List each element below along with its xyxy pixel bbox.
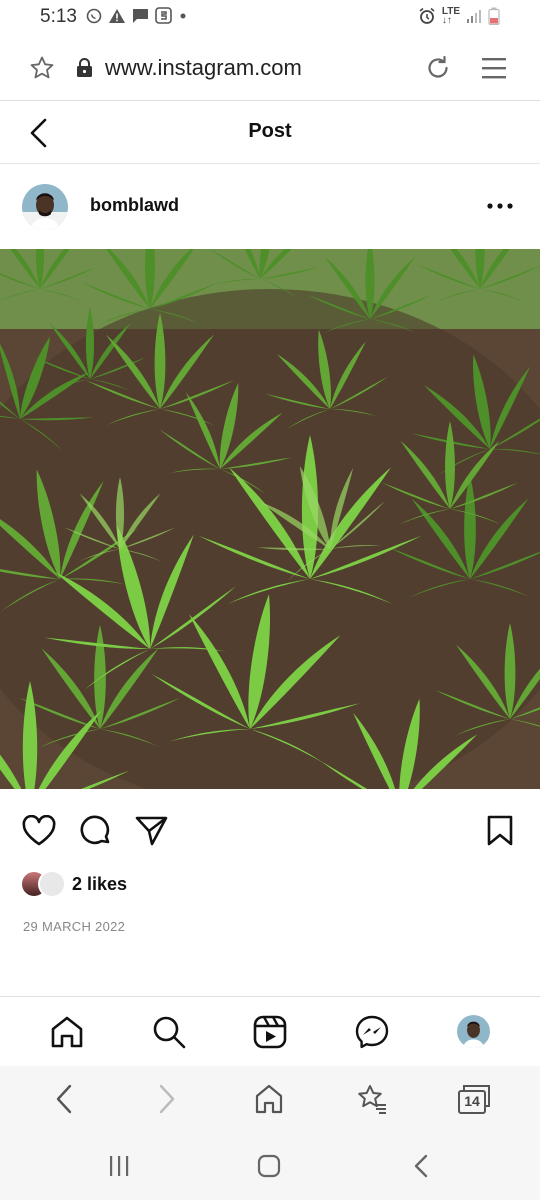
status-bar: 5:13 LTE ↓↑ bbox=[0, 0, 540, 34]
post-actions bbox=[0, 789, 540, 869]
menu-icon[interactable] bbox=[481, 56, 507, 80]
messenger-icon[interactable] bbox=[355, 1015, 389, 1049]
dot-icon bbox=[180, 13, 186, 18]
home-icon[interactable] bbox=[50, 1015, 84, 1049]
reels-icon[interactable] bbox=[253, 1015, 287, 1049]
post-author-row: bomblawd bbox=[0, 164, 540, 249]
signal-icon bbox=[467, 10, 481, 23]
status-time: 5:13 bbox=[40, 6, 77, 27]
profile-avatar[interactable] bbox=[457, 1015, 490, 1048]
forward-icon[interactable] bbox=[155, 1083, 179, 1115]
alarm-icon bbox=[419, 7, 435, 24]
page-title: Post bbox=[248, 120, 292, 142]
bookmark-star-icon[interactable] bbox=[356, 1083, 388, 1115]
lock-icon[interactable] bbox=[76, 58, 93, 78]
author-username[interactable]: bomblawd bbox=[90, 195, 179, 216]
lte-text: LTE bbox=[441, 6, 460, 17]
author-avatar[interactable] bbox=[22, 184, 68, 230]
post-header: Post bbox=[0, 101, 540, 164]
liker-avatar bbox=[38, 870, 66, 898]
like-heart-icon[interactable] bbox=[22, 815, 56, 847]
likes-count[interactable]: 2 likes bbox=[72, 874, 127, 895]
browser-url-bar: www.instagram.com bbox=[0, 34, 540, 101]
network-label: LTE ↓↑ bbox=[441, 6, 460, 26]
comment-icon[interactable] bbox=[79, 815, 113, 847]
likes-summary[interactable]: 2 likes bbox=[20, 868, 127, 900]
back-icon[interactable] bbox=[52, 1083, 76, 1115]
star-icon[interactable] bbox=[29, 55, 55, 81]
system-nav-bar bbox=[0, 1132, 540, 1200]
home-icon[interactable] bbox=[254, 1083, 284, 1115]
whatsapp-icon bbox=[86, 8, 102, 23]
post-date: 29 MARCH 2022 bbox=[23, 919, 126, 934]
home-button-icon[interactable] bbox=[257, 1154, 281, 1178]
browser-bottom-nav: 14 bbox=[0, 1066, 540, 1132]
battery-icon bbox=[488, 7, 500, 25]
message-icon bbox=[133, 8, 148, 23]
share-send-icon[interactable] bbox=[135, 815, 169, 847]
back-icon[interactable] bbox=[410, 1154, 434, 1178]
url-text[interactable]: www.instagram.com bbox=[105, 55, 302, 81]
instagram-bottom-nav bbox=[0, 996, 540, 1066]
tab-count: 14 bbox=[464, 1093, 480, 1109]
more-options-icon[interactable] bbox=[486, 202, 514, 210]
post-image[interactable] bbox=[0, 198, 540, 844]
tabs-button[interactable]: 14 bbox=[457, 1083, 491, 1115]
app-icon bbox=[155, 7, 172, 24]
search-icon[interactable] bbox=[152, 1015, 186, 1049]
save-bookmark-icon[interactable] bbox=[486, 815, 514, 847]
recents-icon[interactable] bbox=[107, 1154, 131, 1178]
warning-icon bbox=[109, 8, 125, 23]
reload-icon[interactable] bbox=[424, 54, 452, 82]
